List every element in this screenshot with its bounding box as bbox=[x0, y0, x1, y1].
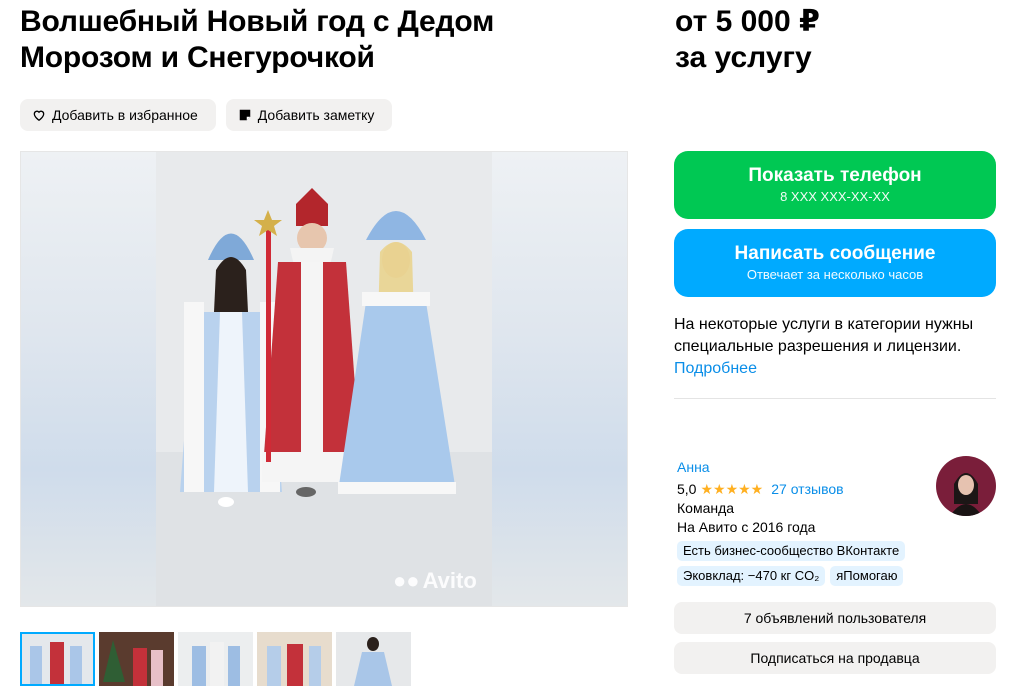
badge-ya-pomogayu[interactable]: яПомогаю bbox=[830, 566, 904, 586]
avito-watermark: ●● Avito bbox=[393, 568, 477, 594]
avatar[interactable] bbox=[936, 456, 996, 516]
watermark-text: Avito bbox=[422, 568, 477, 593]
seller-since: На Авито с 2016 года bbox=[677, 519, 816, 535]
thumbnail-2[interactable] bbox=[99, 632, 174, 686]
show-phone-button[interactable]: Показать телефон 8 XXX XXX-XX-XX bbox=[674, 151, 996, 219]
gallery-blur-right bbox=[492, 152, 627, 606]
subscribe-seller-button[interactable]: Подписаться на продавца bbox=[674, 642, 996, 674]
gallery-blur-left bbox=[21, 152, 156, 606]
favorites-label: Добавить в избранное bbox=[52, 107, 198, 123]
main-photo[interactable] bbox=[156, 152, 492, 607]
license-notice: На некоторые услуги в категории нужны сп… bbox=[674, 314, 996, 380]
notice-text: На некоторые услуги в категории нужны сп… bbox=[674, 316, 974, 355]
title-line-2: Морозом и Снегурочкой bbox=[20, 41, 375, 74]
note-icon bbox=[239, 109, 251, 121]
price: от 5 000 ₽ за услугу bbox=[675, 4, 1005, 76]
write-message-button[interactable]: Написать сообщение Отвечает за несколько… bbox=[674, 229, 996, 297]
response-time: Отвечает за несколько часов bbox=[746, 267, 924, 282]
rating-stars-icon: ★★★★★ bbox=[700, 480, 764, 497]
reviews-link[interactable]: 27 отзывов bbox=[771, 481, 843, 497]
more-info-link[interactable]: Подробнее bbox=[674, 358, 996, 380]
badge-vk-community[interactable]: Есть бизнес-сообщество ВКонтакте bbox=[677, 541, 906, 561]
seller-badges: Есть бизнес-сообщество ВКонтакте Эковкла… bbox=[677, 541, 927, 586]
show-phone-label: Показать телефон bbox=[748, 165, 922, 186]
thumbnail-4[interactable] bbox=[257, 632, 332, 686]
rating-value: 5,0 bbox=[677, 481, 697, 497]
add-note-button[interactable]: Добавить заметку bbox=[225, 99, 393, 131]
listing-title: Волшебный Новый год с Дедом Морозом и Сн… bbox=[20, 4, 580, 76]
price-amount: от 5 000 ₽ bbox=[675, 5, 820, 38]
avito-logo-icon: ●● bbox=[393, 568, 420, 593]
title-line-1: Волшебный Новый год с Дедом bbox=[20, 5, 495, 38]
price-unit: за услугу bbox=[675, 41, 812, 74]
note-label: Добавить заметку bbox=[257, 107, 375, 123]
badge-eco-contribution[interactable]: Эковклад: −470 кг CO₂ bbox=[677, 566, 826, 586]
add-to-favorites-button[interactable]: Добавить в избранное bbox=[20, 99, 216, 131]
phone-masked: 8 XXX XXX-XX-XX bbox=[780, 189, 890, 204]
write-message-label: Написать сообщение bbox=[734, 243, 936, 264]
heart-icon bbox=[33, 110, 45, 122]
user-ads-button[interactable]: 7 объявлений пользователя bbox=[674, 602, 996, 634]
thumbnail-3[interactable] bbox=[178, 632, 253, 686]
thumbnail-strip bbox=[20, 632, 411, 686]
thumbnail-5[interactable] bbox=[336, 632, 411, 686]
photo-gallery[interactable]: ●● Avito bbox=[20, 151, 628, 607]
thumbnail-1[interactable] bbox=[20, 632, 95, 686]
listing-actions: Добавить в избранное Добавить заметку bbox=[20, 99, 393, 131]
divider bbox=[674, 398, 996, 399]
